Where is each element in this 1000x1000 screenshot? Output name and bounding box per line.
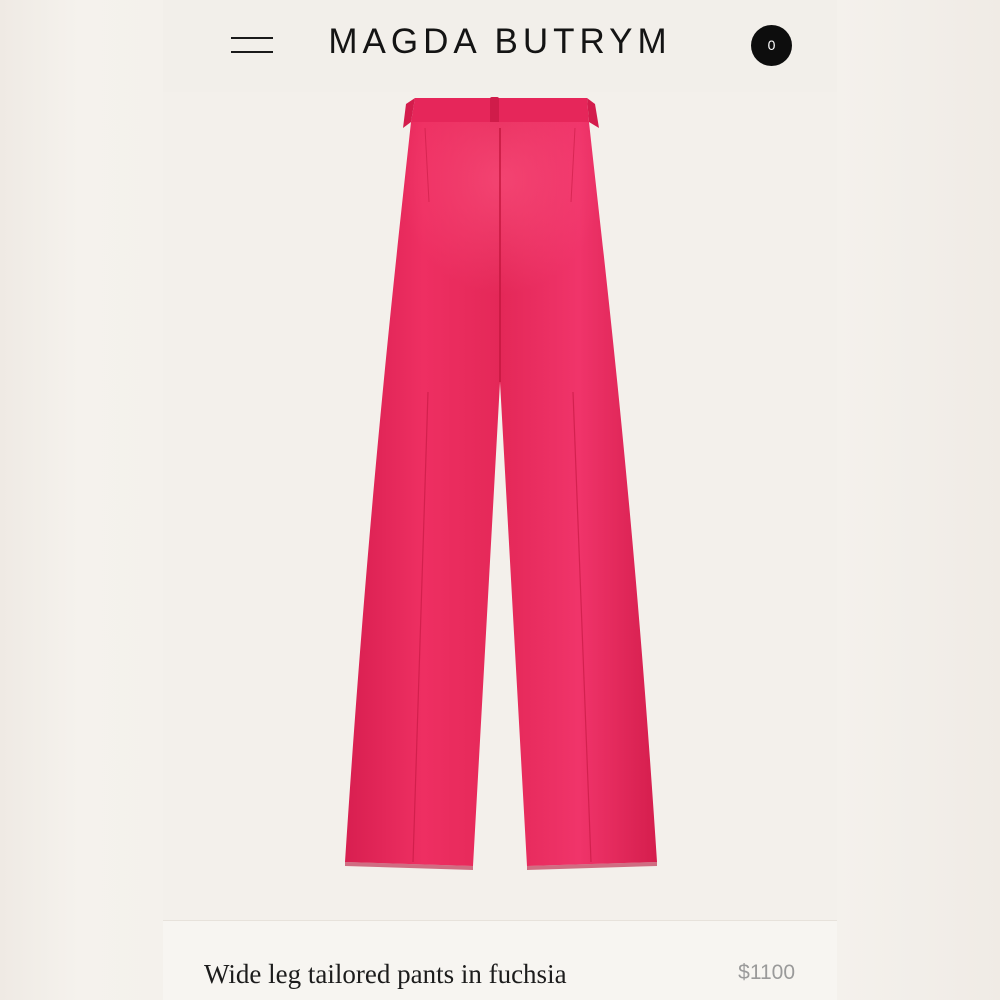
site-header: MAGDA BUTRYM 0 — [163, 0, 837, 92]
product-image[interactable] — [163, 92, 837, 920]
product-info-bar: Wide leg tailored pants in fuchsia $1100 — [163, 920, 837, 1000]
brand-logo[interactable]: MAGDA BUTRYM — [163, 22, 837, 62]
mobile-page: MAGDA BUTRYM 0 Wide leg tailored pants i… — [163, 0, 837, 1000]
pants-illustration — [345, 97, 657, 870]
product-price: $1100 — [738, 961, 795, 984]
product-name[interactable]: Wide leg tailored pants in fuchsia — [204, 959, 567, 990]
cart-count-badge[interactable]: 0 — [751, 25, 792, 66]
